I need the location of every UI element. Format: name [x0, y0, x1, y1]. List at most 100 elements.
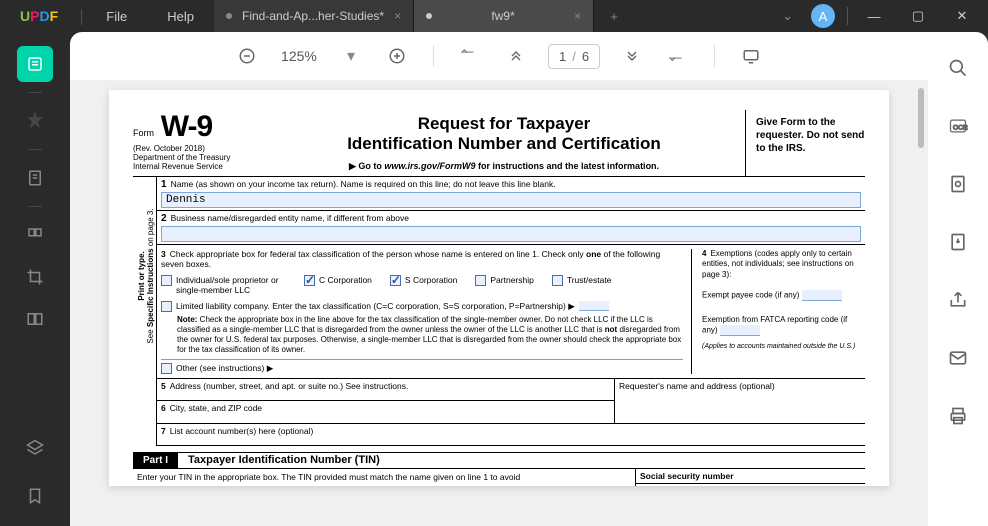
checkbox-scorp[interactable]: [390, 275, 401, 286]
part-badge: Part I: [133, 453, 178, 468]
watermark-icon[interactable]: [940, 166, 976, 202]
requester-label: Requester's name and address (optional): [615, 379, 865, 423]
divider: [433, 45, 434, 67]
left-sidebar: [0, 32, 70, 526]
business-name-input[interactable]: [161, 226, 861, 242]
organize-pages-icon[interactable]: [17, 217, 53, 253]
close-icon[interactable]: ×: [394, 9, 401, 23]
user-avatar[interactable]: A: [811, 4, 835, 28]
checkbox-llc[interactable]: [161, 301, 172, 312]
line4-label: Exemptions (codes apply only to certain …: [702, 249, 854, 279]
tab-label: Find-and-Ap...her-Studies*: [242, 9, 384, 23]
page-total: 6: [582, 49, 589, 64]
line-number: 1: [161, 179, 167, 190]
bookmark-icon[interactable]: [17, 478, 53, 514]
checkbox-other[interactable]: [161, 363, 172, 374]
tab-indicator-icon: [226, 13, 232, 19]
divider: [28, 206, 42, 207]
llc-note: Check the appropriate box in the line ab…: [177, 315, 681, 354]
share-icon[interactable]: [940, 282, 976, 318]
line5-label: Address (number, street, and apt. or sui…: [170, 381, 409, 391]
line-number: 3: [161, 249, 166, 259]
first-page-button[interactable]: ⌃─: [456, 42, 484, 70]
zoom-out-button[interactable]: [233, 42, 261, 70]
scrollbar[interactable]: [918, 88, 924, 148]
pdf-page: Form W-9 (Rev. October 2018) Department …: [109, 90, 889, 486]
email-icon[interactable]: [940, 340, 976, 376]
name-input[interactable]: Dennis: [161, 192, 861, 208]
chevron-down-icon[interactable]: ⌄: [772, 8, 803, 24]
part-title: Taxpayer Identification Number (TIN): [178, 454, 380, 466]
form-instructions: Give Form to the requester. Do not send …: [745, 110, 865, 176]
last-page-button[interactable]: ⌄─: [664, 42, 692, 70]
line1-label: Name (as shown on your income tax return…: [171, 179, 556, 189]
divider: │: [78, 9, 86, 24]
form-word: Form: [133, 128, 154, 138]
annotate-icon[interactable]: [17, 103, 53, 139]
checkbox-partnership[interactable]: [475, 275, 486, 286]
menu-help[interactable]: Help: [147, 9, 214, 24]
form-dept: Department of the Treasury: [133, 153, 255, 162]
line-number: 2: [161, 213, 167, 224]
form-side-label: Print or type.See Specific Instructions …: [133, 177, 157, 446]
minimize-button[interactable]: —: [852, 0, 896, 32]
zoom-dropdown[interactable]: ▾: [337, 42, 365, 70]
tab-label: fw9*: [442, 9, 564, 23]
checkbox-trust[interactable]: [552, 275, 563, 286]
form-number: W-9: [161, 110, 212, 144]
form-dept: Internal Revenue Service: [133, 162, 255, 171]
prev-page-button[interactable]: [502, 42, 530, 70]
fatca-input[interactable]: [720, 325, 760, 336]
app-logo: UPDF: [0, 8, 78, 24]
line-number: 5: [161, 381, 166, 391]
page-sep: /: [572, 49, 576, 64]
presentation-icon[interactable]: [737, 42, 765, 70]
reader-mode-icon[interactable]: [17, 46, 53, 82]
search-icon[interactable]: [940, 50, 976, 86]
crop-icon[interactable]: [17, 259, 53, 295]
edit-text-icon[interactable]: [17, 160, 53, 196]
divider: [28, 92, 42, 93]
close-icon[interactable]: ×: [574, 9, 581, 23]
tab-current-document[interactable]: fw9* ×: [414, 0, 594, 32]
maximize-button[interactable]: ▢: [896, 0, 940, 32]
line-number: 4: [702, 249, 706, 258]
checkbox-ccorp[interactable]: [304, 275, 315, 286]
export-icon[interactable]: [940, 224, 976, 260]
form-revision: (Rev. October 2018): [133, 144, 255, 153]
line6-label: City, state, and ZIP code: [170, 403, 262, 413]
toolbar: 125% ▾ ⌃─ 1 / 6 ⌄─: [70, 32, 928, 80]
layers-icon[interactable]: [17, 430, 53, 466]
close-button[interactable]: ✕: [940, 0, 984, 32]
llc-classification-input[interactable]: [579, 301, 609, 311]
print-icon[interactable]: [940, 398, 976, 434]
checkbox-individual[interactable]: [161, 275, 172, 286]
right-sidebar: OCR: [928, 32, 988, 526]
document-viewport[interactable]: Form W-9 (Rev. October 2018) Department …: [70, 80, 928, 526]
zoom-level: 125%: [279, 48, 319, 64]
line-number: 7: [161, 426, 166, 436]
tin-instructions: Enter your TIN in the appropriate box. T…: [133, 469, 635, 486]
divider: [28, 149, 42, 150]
divider: [847, 7, 848, 25]
ocr-icon[interactable]: OCR: [940, 108, 976, 144]
line2-label: Business name/disregarded entity name, i…: [171, 213, 409, 223]
zoom-in-button[interactable]: [383, 42, 411, 70]
ssn-label: Social security number: [636, 469, 865, 484]
line7-label: List account number(s) here (optional): [170, 426, 314, 436]
page-input[interactable]: 1 / 6: [548, 44, 600, 69]
exempt-payee-input[interactable]: [802, 290, 842, 301]
form-title: Request for TaxpayerIdentification Numbe…: [273, 114, 735, 155]
line-number: 6: [161, 403, 166, 413]
compare-icon[interactable]: [17, 301, 53, 337]
menu-file[interactable]: File: [86, 9, 147, 24]
page-current: 1: [559, 49, 566, 64]
fatca-note: (Applies to accounts maintained outside …: [702, 342, 861, 351]
divider: [714, 45, 715, 67]
tab-indicator-icon: [426, 13, 432, 19]
form-goto: ▶ Go to www.irs.gov/FormW9 for instructi…: [273, 161, 735, 172]
next-page-button[interactable]: [618, 42, 646, 70]
svg-text:OCR: OCR: [953, 124, 968, 131]
tab-other-document[interactable]: Find-and-Ap...her-Studies* ×: [214, 0, 414, 32]
new-tab-button[interactable]: +: [594, 0, 634, 32]
